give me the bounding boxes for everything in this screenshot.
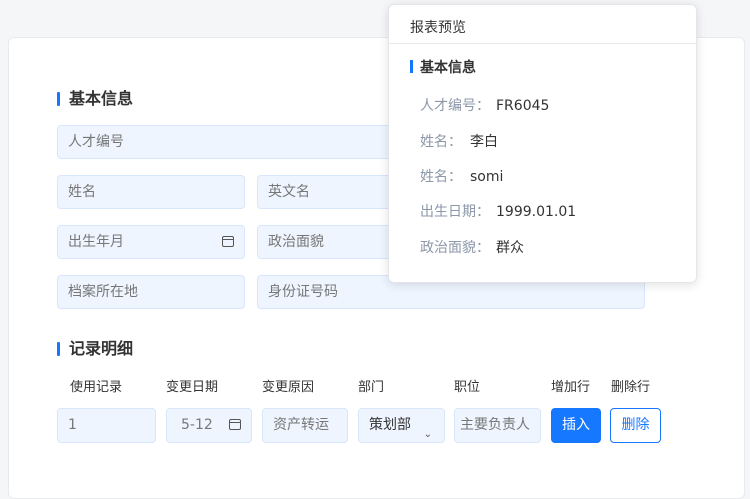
birth-date-placeholder: 出生年月 <box>68 234 124 250</box>
preview-row-political: 政治面貌： 群众 <box>420 237 524 257</box>
preview-divider <box>389 43 696 44</box>
preview-row-talent-no: 人才编号： FR6045 <box>420 95 549 115</box>
preview-row-name-2: 姓名： somi <box>420 166 503 186</box>
record-detail-title: 记录明细 <box>57 339 133 359</box>
change-date-value: 5-12 <box>181 417 213 433</box>
preview-row-key: 姓名： <box>420 134 462 150</box>
preview-row-value: 1999.01.01 <box>496 204 577 220</box>
record-number-input[interactable]: 1 <box>57 408 156 443</box>
preview-row-value: 李白 <box>470 134 498 150</box>
chevron-down-icon: ⌄ <box>423 429 432 440</box>
political-input[interactable]: 政治面貌 <box>257 225 397 259</box>
preview-section-title: 基本信息 <box>410 57 476 77</box>
col-header-department: 部门 <box>358 380 385 395</box>
talent-no-input[interactable]: 人才编号 <box>57 125 397 159</box>
col-header-delete-row: 删除行 <box>611 380 651 395</box>
change-reason-input[interactable]: 资产转运 <box>262 408 348 443</box>
insert-row-button[interactable]: 插入 <box>551 408 601 443</box>
department-select[interactable]: 策划部 ⌄ <box>358 408 445 443</box>
position-input[interactable]: 主要负责人 <box>454 408 541 443</box>
preview-title: 报表预览 <box>410 20 466 36</box>
basic-info-title: 基本信息 <box>57 89 133 109</box>
preview-row-key: 姓名： <box>420 169 462 185</box>
delete-row-button[interactable]: 删除 <box>610 408 661 443</box>
preview-row-name: 姓名： 李白 <box>420 131 498 151</box>
english-name-input[interactable]: 英文名 <box>257 175 397 209</box>
name-input[interactable]: 姓名 <box>57 175 245 209</box>
preview-row-value: 群众 <box>496 240 524 256</box>
preview-row-value: somi <box>470 169 504 185</box>
col-header-position: 职位 <box>454 380 481 395</box>
col-header-date: 变更日期 <box>166 380 219 395</box>
preview-row-value: FR6045 <box>496 98 550 114</box>
calendar-icon <box>222 236 234 247</box>
calendar-icon <box>229 419 241 430</box>
change-date-picker[interactable]: 5-12 <box>166 408 252 443</box>
report-preview-popover: 报表预览 基本信息 人才编号： FR6045 姓名： 李白 姓名： somi 出生日期… <box>388 4 697 283</box>
department-value: 策划部 <box>369 417 411 433</box>
col-header-reason: 变更原因 <box>262 380 315 395</box>
birth-date-picker[interactable]: 出生年月 <box>57 225 245 259</box>
col-header-add-row: 增加行 <box>551 380 591 395</box>
col-header-record: 使用记录 <box>70 380 123 395</box>
archive-location-input[interactable]: 档案所在地 <box>57 275 245 309</box>
preview-row-key: 政治面貌： <box>420 240 490 256</box>
preview-row-key: 出生日期： <box>420 204 490 220</box>
preview-row-key: 人才编号： <box>420 98 490 114</box>
preview-row-birth: 出生日期： 1999.01.01 <box>420 201 576 221</box>
